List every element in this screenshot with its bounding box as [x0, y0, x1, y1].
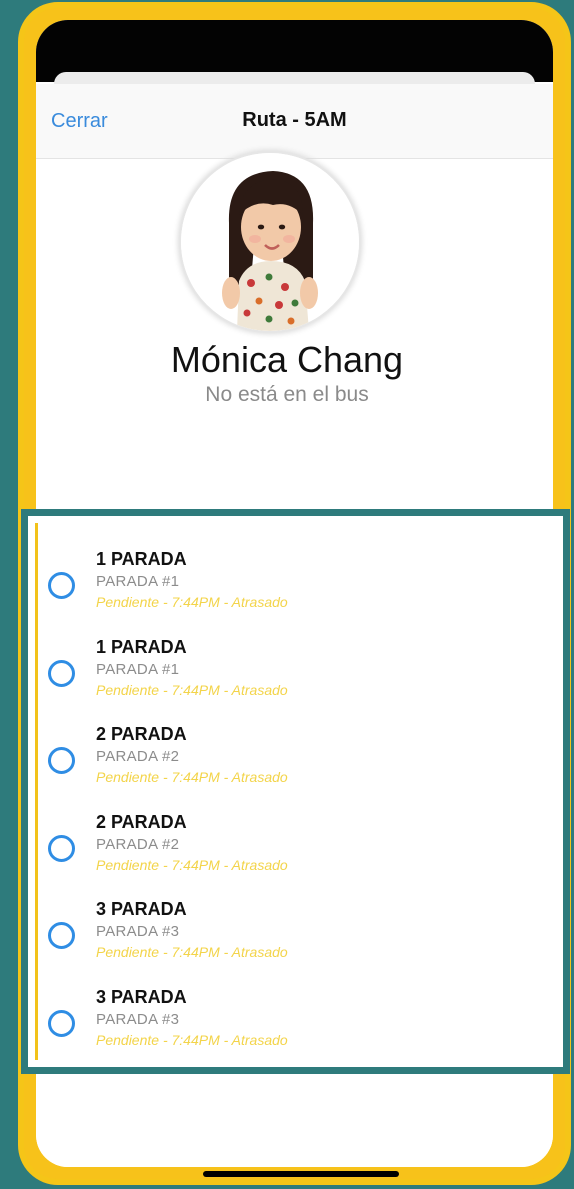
list-item[interactable]: 1 PARADA PARADA #1 Pendiente - 7:44PM - …: [38, 549, 556, 635]
stop-subtitle: PARADA #3: [96, 1011, 180, 1028]
stop-subtitle: PARADA #2: [96, 836, 180, 853]
stop-meta: Pendiente - 7:44PM - Atrasado: [96, 944, 288, 960]
stop-meta: Pendiente - 7:44PM - Atrasado: [96, 857, 288, 873]
navigation-bar: Cerrar Ruta - 5AM: [36, 84, 553, 159]
radio-button[interactable]: [48, 572, 75, 599]
student-status: No está en el bus: [205, 383, 369, 406]
stop-title: 3 PARADA: [96, 899, 187, 919]
radio-button[interactable]: [48, 660, 75, 687]
home-indicator[interactable]: [203, 1171, 399, 1177]
stop-subtitle: PARADA #2: [96, 748, 180, 765]
list-item[interactable]: 1 PARADA PARADA #1 Pendiente - 7:44PM - …: [38, 637, 556, 723]
stop-subtitle: PARADA #1: [96, 661, 180, 678]
stop-subtitle: PARADA #3: [96, 923, 180, 940]
list-item[interactable]: 2 PARADA PARADA #2 Pendiente - 7:44PM - …: [38, 812, 556, 898]
list-item[interactable]: 3 PARADA PARADA #3 Pendiente - 7:44PM - …: [38, 987, 556, 1073]
stop-meta: Pendiente - 7:44PM - Atrasado: [96, 682, 288, 698]
stop-title: 2 PARADA: [96, 724, 187, 744]
student-name: Mónica Chang: [170, 339, 404, 380]
stop-title: 3 PARADA: [96, 987, 187, 1007]
radio-button[interactable]: [48, 747, 75, 774]
page-title: Ruta - 5AM: [242, 109, 347, 131]
stop-meta: Pendiente - 7:44PM - Atrasado: [96, 594, 288, 610]
stop-title: 1 PARADA: [96, 637, 187, 657]
stop-subtitle: PARADA #1: [96, 573, 180, 590]
stops-list-panel: 1 PARADA PARADA #1 Pendiente - 7:44PM - …: [21, 509, 570, 1074]
avatar: [181, 153, 359, 331]
list-item[interactable]: 3 PARADA PARADA #3 Pendiente - 7:44PM - …: [38, 899, 556, 985]
stop-title: 2 PARADA: [96, 812, 187, 832]
radio-button[interactable]: [48, 922, 75, 949]
list-item[interactable]: 2 PARADA PARADA #2 Pendiente - 7:44PM - …: [38, 724, 556, 810]
stops-list: 1 PARADA PARADA #1 Pendiente - 7:44PM - …: [35, 523, 556, 1060]
child-photo-icon: [181, 153, 359, 331]
stop-title: 1 PARADA: [96, 549, 187, 569]
radio-button[interactable]: [48, 1010, 75, 1037]
radio-button[interactable]: [48, 835, 75, 862]
stop-meta: Pendiente - 7:44PM - Atrasado: [96, 1032, 288, 1048]
stop-meta: Pendiente - 7:44PM - Atrasado: [96, 769, 288, 785]
